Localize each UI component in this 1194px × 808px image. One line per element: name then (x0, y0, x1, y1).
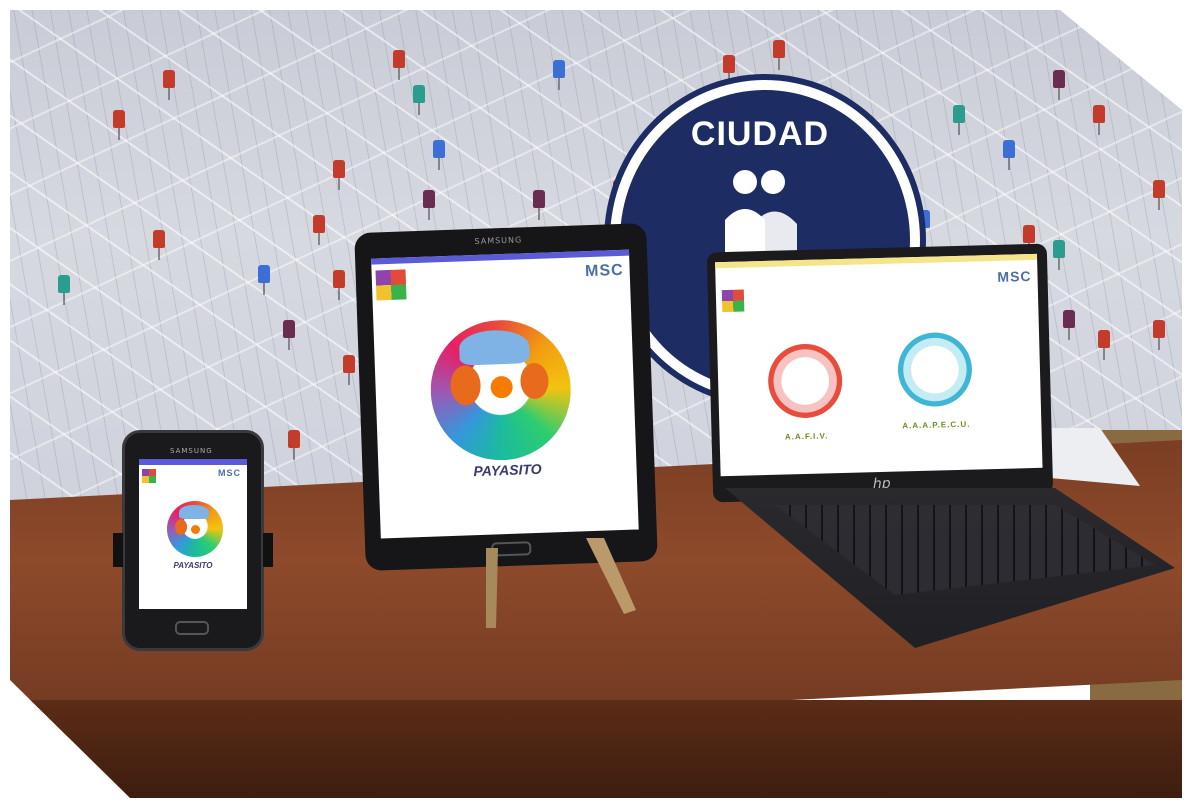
push-pin-icon (55, 275, 73, 305)
push-pin-icon (1090, 105, 1108, 135)
push-pin-icon (1000, 140, 1018, 170)
clown-logo-icon (428, 317, 574, 463)
push-pin-icon (1150, 180, 1168, 210)
push-pin-icon (1150, 320, 1168, 350)
table-edge (10, 700, 1182, 798)
tablet-screen[interactable]: MSC PAYASITO (371, 249, 639, 539)
phone-status-bar (139, 459, 247, 465)
push-pin-icon (280, 320, 298, 350)
laptop-screen[interactable]: MSC A.A.F.I.V. A.A.A.P.E.C.U. (715, 253, 1043, 477)
push-pin-icon (255, 265, 273, 295)
clown-logo-icon (167, 501, 223, 557)
push-pin-icon (430, 140, 448, 170)
cardboard-stand (486, 538, 636, 628)
tablet-clown-caption: PAYASITO (473, 460, 542, 480)
push-pin-icon (340, 355, 358, 385)
org-logo-aafiv[interactable] (767, 343, 844, 419)
phone-home-button[interactable] (175, 621, 209, 635)
push-pin-icon (1050, 70, 1068, 100)
push-pin-icon (285, 430, 303, 460)
push-pin-icon (720, 55, 738, 85)
phone-holder-right (263, 533, 273, 567)
push-pin-icon (1095, 330, 1113, 360)
push-pin-icon (310, 215, 328, 245)
smartphone: SAMSUNG MSC PAYASITO (113, 430, 273, 651)
push-pin-icon (530, 190, 548, 220)
push-pin-icon (150, 230, 168, 260)
push-pin-icon (410, 85, 428, 115)
app-corner-logo-icon (375, 269, 407, 301)
tablet-msc-logo: MSC (584, 261, 624, 281)
photo-frame: CIUDAD S SAMSUNG MSC PAYASITO SAMSUNG (10, 10, 1182, 798)
push-pin-icon (1050, 240, 1068, 270)
phone-screen[interactable]: MSC PAYASITO (139, 459, 247, 609)
emblem-top-word: CIUDAD (690, 115, 830, 153)
laptop-msc-logo: MSC (997, 268, 1032, 285)
push-pin-icon (950, 105, 968, 135)
tablet: SAMSUNG MSC PAYASITO (354, 223, 658, 571)
org-label-aaapecu: A.A.A.P.E.C.U. (902, 419, 971, 431)
phone-msc-logo: MSC (218, 468, 241, 478)
push-pin-icon (420, 190, 438, 220)
push-pin-icon (390, 50, 408, 80)
org-logo-aaapecu[interactable] (896, 331, 973, 408)
push-pin-icon (1060, 310, 1078, 340)
laptop-lid: MSC A.A.F.I.V. A.A.A.P.E.C.U. hp (706, 243, 1054, 503)
org-label-aafiv: A.A.F.I.V. (784, 431, 829, 442)
app-corner-logo-icon (142, 469, 156, 483)
push-pin-icon (770, 40, 788, 70)
tablet-brand: SAMSUNG (474, 235, 523, 246)
phone-brand: SAMSUNG (170, 447, 213, 455)
push-pin-icon (330, 160, 348, 190)
push-pin-icon (330, 270, 348, 300)
phone-clown-caption: PAYASITO (173, 561, 213, 570)
phone-holder-left (113, 533, 123, 567)
laptop-top-bar (715, 253, 1038, 269)
push-pin-icon (160, 70, 178, 100)
push-pin-icon (110, 110, 128, 140)
app-corner-logo-icon (721, 289, 745, 313)
push-pin-icon (550, 60, 568, 90)
